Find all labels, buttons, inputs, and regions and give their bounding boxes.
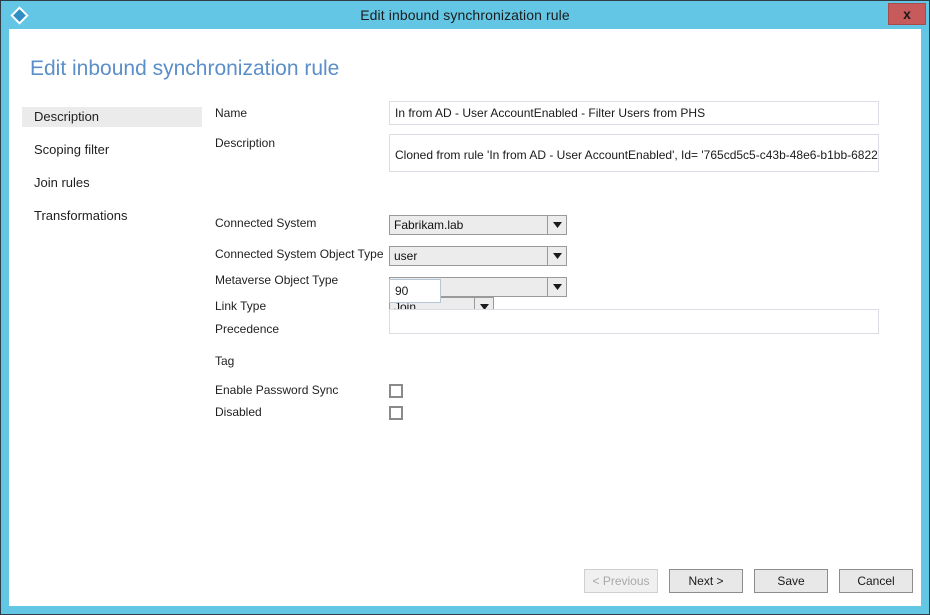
precedence-label: Precedence bbox=[215, 322, 280, 336]
tag-input[interactable] bbox=[389, 309, 879, 334]
metaverse-object-type-label: Metaverse Object Type bbox=[215, 273, 339, 287]
save-button[interactable]: Save bbox=[754, 569, 828, 593]
description-label: Description bbox=[215, 136, 276, 150]
chevron-down-icon bbox=[547, 216, 566, 234]
page-title: Edit inbound synchronization rule bbox=[30, 57, 340, 80]
enable-password-sync-checkbox[interactable] bbox=[389, 384, 403, 398]
connected-system-label: Connected System bbox=[215, 216, 317, 230]
previous-button[interactable]: < Previous bbox=[584, 569, 658, 593]
wizard-nav: Description Scoping filter Join rules Tr… bbox=[22, 107, 202, 239]
title-bar: Edit inbound synchronization rule x bbox=[1, 1, 929, 29]
sidebar-item-join-rules[interactable]: Join rules bbox=[22, 173, 202, 193]
chevron-down-icon bbox=[547, 247, 566, 265]
description-input[interactable]: Cloned from rule 'In from AD - User Acco… bbox=[389, 134, 879, 172]
name-label: Name bbox=[215, 106, 248, 120]
client-area: Edit inbound synchronization rule Descri… bbox=[9, 29, 921, 606]
wizard-footer: < Previous Next > Save Cancel bbox=[584, 569, 913, 593]
edit-sync-rule-window: Edit inbound synchronization rule x Edit… bbox=[0, 0, 930, 615]
connected-system-select[interactable]: Fabrikam.lab bbox=[389, 215, 567, 235]
connected-system-object-type-label: Connected System Object Type bbox=[215, 247, 384, 261]
sidebar-item-description[interactable]: Description bbox=[22, 107, 202, 127]
connected-system-value: Fabrikam.lab bbox=[394, 218, 464, 232]
diamond-icon bbox=[5, 1, 33, 29]
disabled-label: Disabled bbox=[215, 405, 262, 419]
close-icon[interactable]: x bbox=[888, 3, 926, 25]
connected-system-object-type-value: user bbox=[394, 249, 418, 263]
tag-label: Tag bbox=[215, 354, 235, 368]
sidebar-item-transformations[interactable]: Transformations bbox=[22, 206, 202, 226]
link-type-label: Link Type bbox=[215, 299, 267, 313]
connected-system-object-type-select[interactable]: user bbox=[389, 246, 567, 266]
window-title: Edit inbound synchronization rule bbox=[360, 7, 570, 23]
disabled-checkbox[interactable] bbox=[389, 406, 403, 420]
cancel-button[interactable]: Cancel bbox=[839, 569, 913, 593]
precedence-input[interactable]: 90 bbox=[389, 279, 441, 303]
next-button[interactable]: Next > bbox=[669, 569, 743, 593]
name-input[interactable]: In from AD - User AccountEnabled - Filte… bbox=[389, 101, 879, 125]
enable-password-sync-label: Enable Password Sync bbox=[215, 383, 339, 397]
chevron-down-icon bbox=[547, 278, 566, 296]
sidebar-item-scoping-filter[interactable]: Scoping filter bbox=[22, 140, 202, 160]
